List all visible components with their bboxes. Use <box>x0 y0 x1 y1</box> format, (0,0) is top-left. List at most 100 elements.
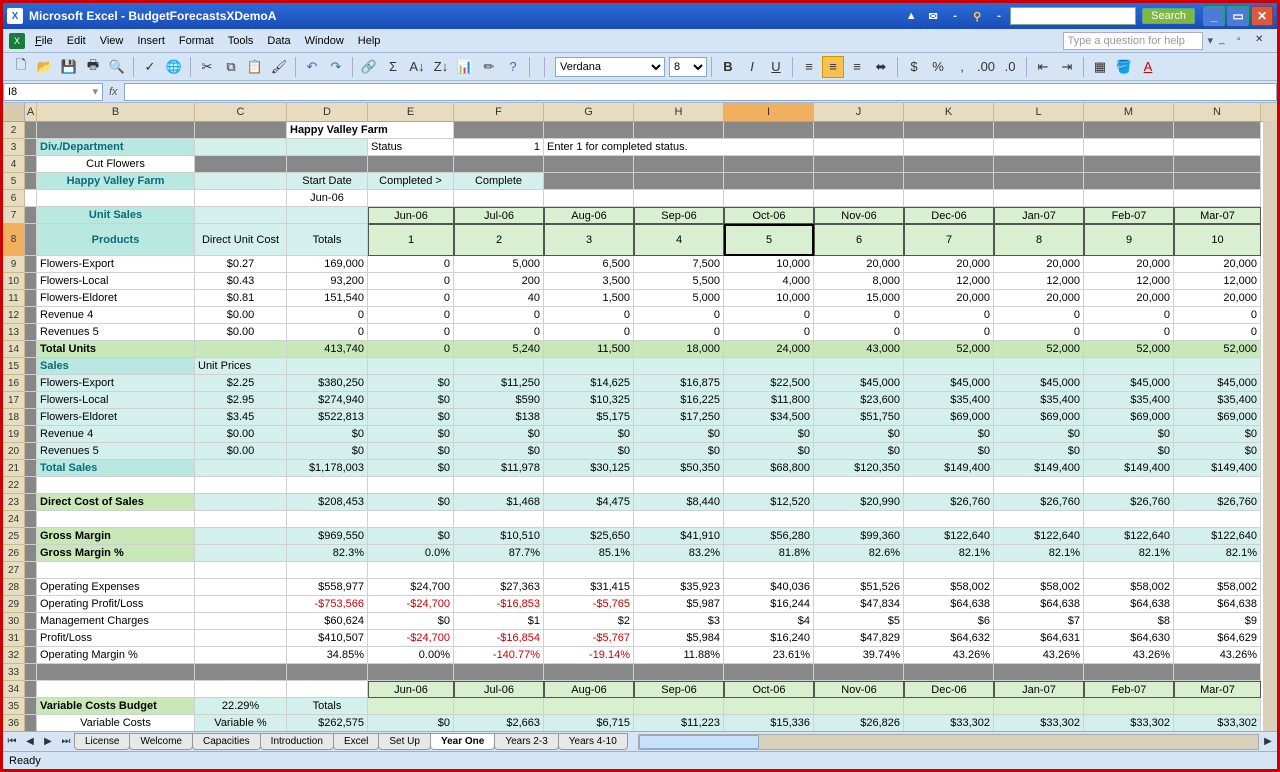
increase-decimal-icon[interactable]: .00 <box>975 56 997 78</box>
cell[interactable] <box>195 528 287 545</box>
cell[interactable] <box>25 426 37 443</box>
cell[interactable]: Status <box>368 139 454 156</box>
cell[interactable]: $0 <box>368 426 454 443</box>
cell[interactable]: $410,507 <box>287 630 368 647</box>
cell[interactable] <box>368 477 454 494</box>
font-color-icon[interactable]: A <box>1137 56 1159 78</box>
buddy-icon[interactable]: ⚲ <box>969 8 985 24</box>
merge-icon[interactable]: ⬌ <box>870 56 892 78</box>
col-header-A[interactable]: A <box>25 103 37 121</box>
cell[interactable]: $208,453 <box>287 494 368 511</box>
cell[interactable]: $0 <box>1084 426 1174 443</box>
cell[interactable] <box>25 207 37 224</box>
cell[interactable]: 82.6% <box>814 545 904 562</box>
cell[interactable]: $64,629 <box>1174 630 1261 647</box>
cell[interactable] <box>287 562 368 579</box>
scroll-right-icon[interactable]: ▶ <box>1259 734 1277 750</box>
row-header-2[interactable]: 2 <box>3 122 25 139</box>
cell[interactable]: -$24,700 <box>368 630 454 647</box>
cell[interactable]: 85.1% <box>544 545 634 562</box>
cell[interactable] <box>904 664 994 681</box>
cell[interactable]: $3 <box>634 613 724 630</box>
italic-button[interactable]: I <box>741 56 763 78</box>
cell[interactable]: 10,000 <box>724 256 814 273</box>
cell[interactable] <box>634 173 724 190</box>
cell[interactable]: Sep-06 <box>634 207 724 224</box>
cell[interactable] <box>724 358 814 375</box>
cell[interactable] <box>814 190 904 207</box>
tab-prev-icon[interactable]: ◀ <box>21 734 39 750</box>
cell[interactable]: $99,360 <box>814 528 904 545</box>
row-header-27[interactable]: 27 <box>3 562 25 579</box>
cell[interactable]: $5,175 <box>544 409 634 426</box>
cell[interactable] <box>25 460 37 477</box>
cell[interactable] <box>814 562 904 579</box>
vertical-scrollbar[interactable] <box>1263 121 1277 739</box>
cell[interactable]: 12,000 <box>1174 273 1261 290</box>
cell[interactable]: $69,000 <box>1174 409 1261 426</box>
cell[interactable] <box>1174 139 1261 156</box>
cell[interactable] <box>544 698 634 715</box>
cell[interactable]: 20,000 <box>1084 256 1174 273</box>
cell[interactable]: -$16,853 <box>454 596 544 613</box>
cell[interactable]: $0 <box>368 715 454 732</box>
cell[interactable] <box>634 358 724 375</box>
cell[interactable]: $11,800 <box>724 392 814 409</box>
cell[interactable]: $40,036 <box>724 579 814 596</box>
row-header-15[interactable]: 15 <box>3 358 25 375</box>
cell[interactable]: Flowers-Local <box>37 273 195 290</box>
cell[interactable]: $0 <box>634 426 724 443</box>
currency-icon[interactable]: $ <box>903 56 925 78</box>
paste-icon[interactable]: 📋 <box>244 56 266 78</box>
cell[interactable]: Completed > <box>368 173 454 190</box>
cell[interactable]: 4 <box>634 224 724 256</box>
cell[interactable]: Variable Costs Budget <box>37 698 195 715</box>
cell[interactable]: 24,000 <box>724 341 814 358</box>
cell[interactable]: $0.00 <box>195 426 287 443</box>
cell[interactable]: 0 <box>814 307 904 324</box>
cell[interactable]: -140.77% <box>454 647 544 664</box>
print-icon[interactable]: 🖶 <box>82 56 104 78</box>
menu-file[interactable]: File <box>35 35 53 47</box>
cell[interactable]: Nov-06 <box>814 207 904 224</box>
cell[interactable]: Happy Valley Farm <box>37 173 195 190</box>
sheet-tab-years-4-10[interactable]: Years 4-10 <box>558 733 628 750</box>
print-preview-icon[interactable]: 🔍 <box>106 56 128 78</box>
cell[interactable] <box>1084 139 1174 156</box>
cell[interactable]: $0 <box>368 460 454 477</box>
cell[interactable]: Totals <box>287 224 368 256</box>
cell[interactable] <box>1084 511 1174 528</box>
row-header-14[interactable]: 14 <box>3 341 25 358</box>
cell[interactable]: Flowers-Eldoret <box>37 290 195 307</box>
cell[interactable]: 0 <box>368 341 454 358</box>
cell[interactable] <box>25 173 37 190</box>
cell[interactable] <box>25 681 37 698</box>
cell[interactable]: $1,468 <box>454 494 544 511</box>
cell[interactable]: 10,000 <box>724 290 814 307</box>
cell[interactable]: $0 <box>544 426 634 443</box>
cell[interactable] <box>195 511 287 528</box>
row-header-8[interactable]: 8 <box>3 224 25 256</box>
cell[interactable]: 20,000 <box>1084 290 1174 307</box>
percent-icon[interactable]: % <box>927 56 949 78</box>
autosum-icon[interactable]: Σ <box>382 56 404 78</box>
cell[interactable]: $35,400 <box>904 392 994 409</box>
row-header-5[interactable]: 5 <box>3 173 25 190</box>
cell[interactable]: Jul-06 <box>454 681 544 698</box>
cell[interactable]: 12,000 <box>1084 273 1174 290</box>
cell[interactable] <box>25 579 37 596</box>
help-icon[interactable]: ? <box>502 56 524 78</box>
cell[interactable] <box>25 375 37 392</box>
cell[interactable]: Variable % <box>195 715 287 732</box>
cell[interactable]: $45,000 <box>1174 375 1261 392</box>
cell[interactable]: 11,500 <box>544 341 634 358</box>
cell[interactable] <box>1084 562 1174 579</box>
cell[interactable]: 5,000 <box>634 290 724 307</box>
cell[interactable]: Jan-07 <box>994 207 1084 224</box>
cell[interactable] <box>37 664 195 681</box>
sheet-tab-year-one[interactable]: Year One <box>430 733 495 750</box>
menu-edit[interactable]: Edit <box>67 35 86 47</box>
cell[interactable]: Flowers-Local <box>37 392 195 409</box>
cell[interactable] <box>25 647 37 664</box>
cell[interactable]: $0 <box>368 392 454 409</box>
